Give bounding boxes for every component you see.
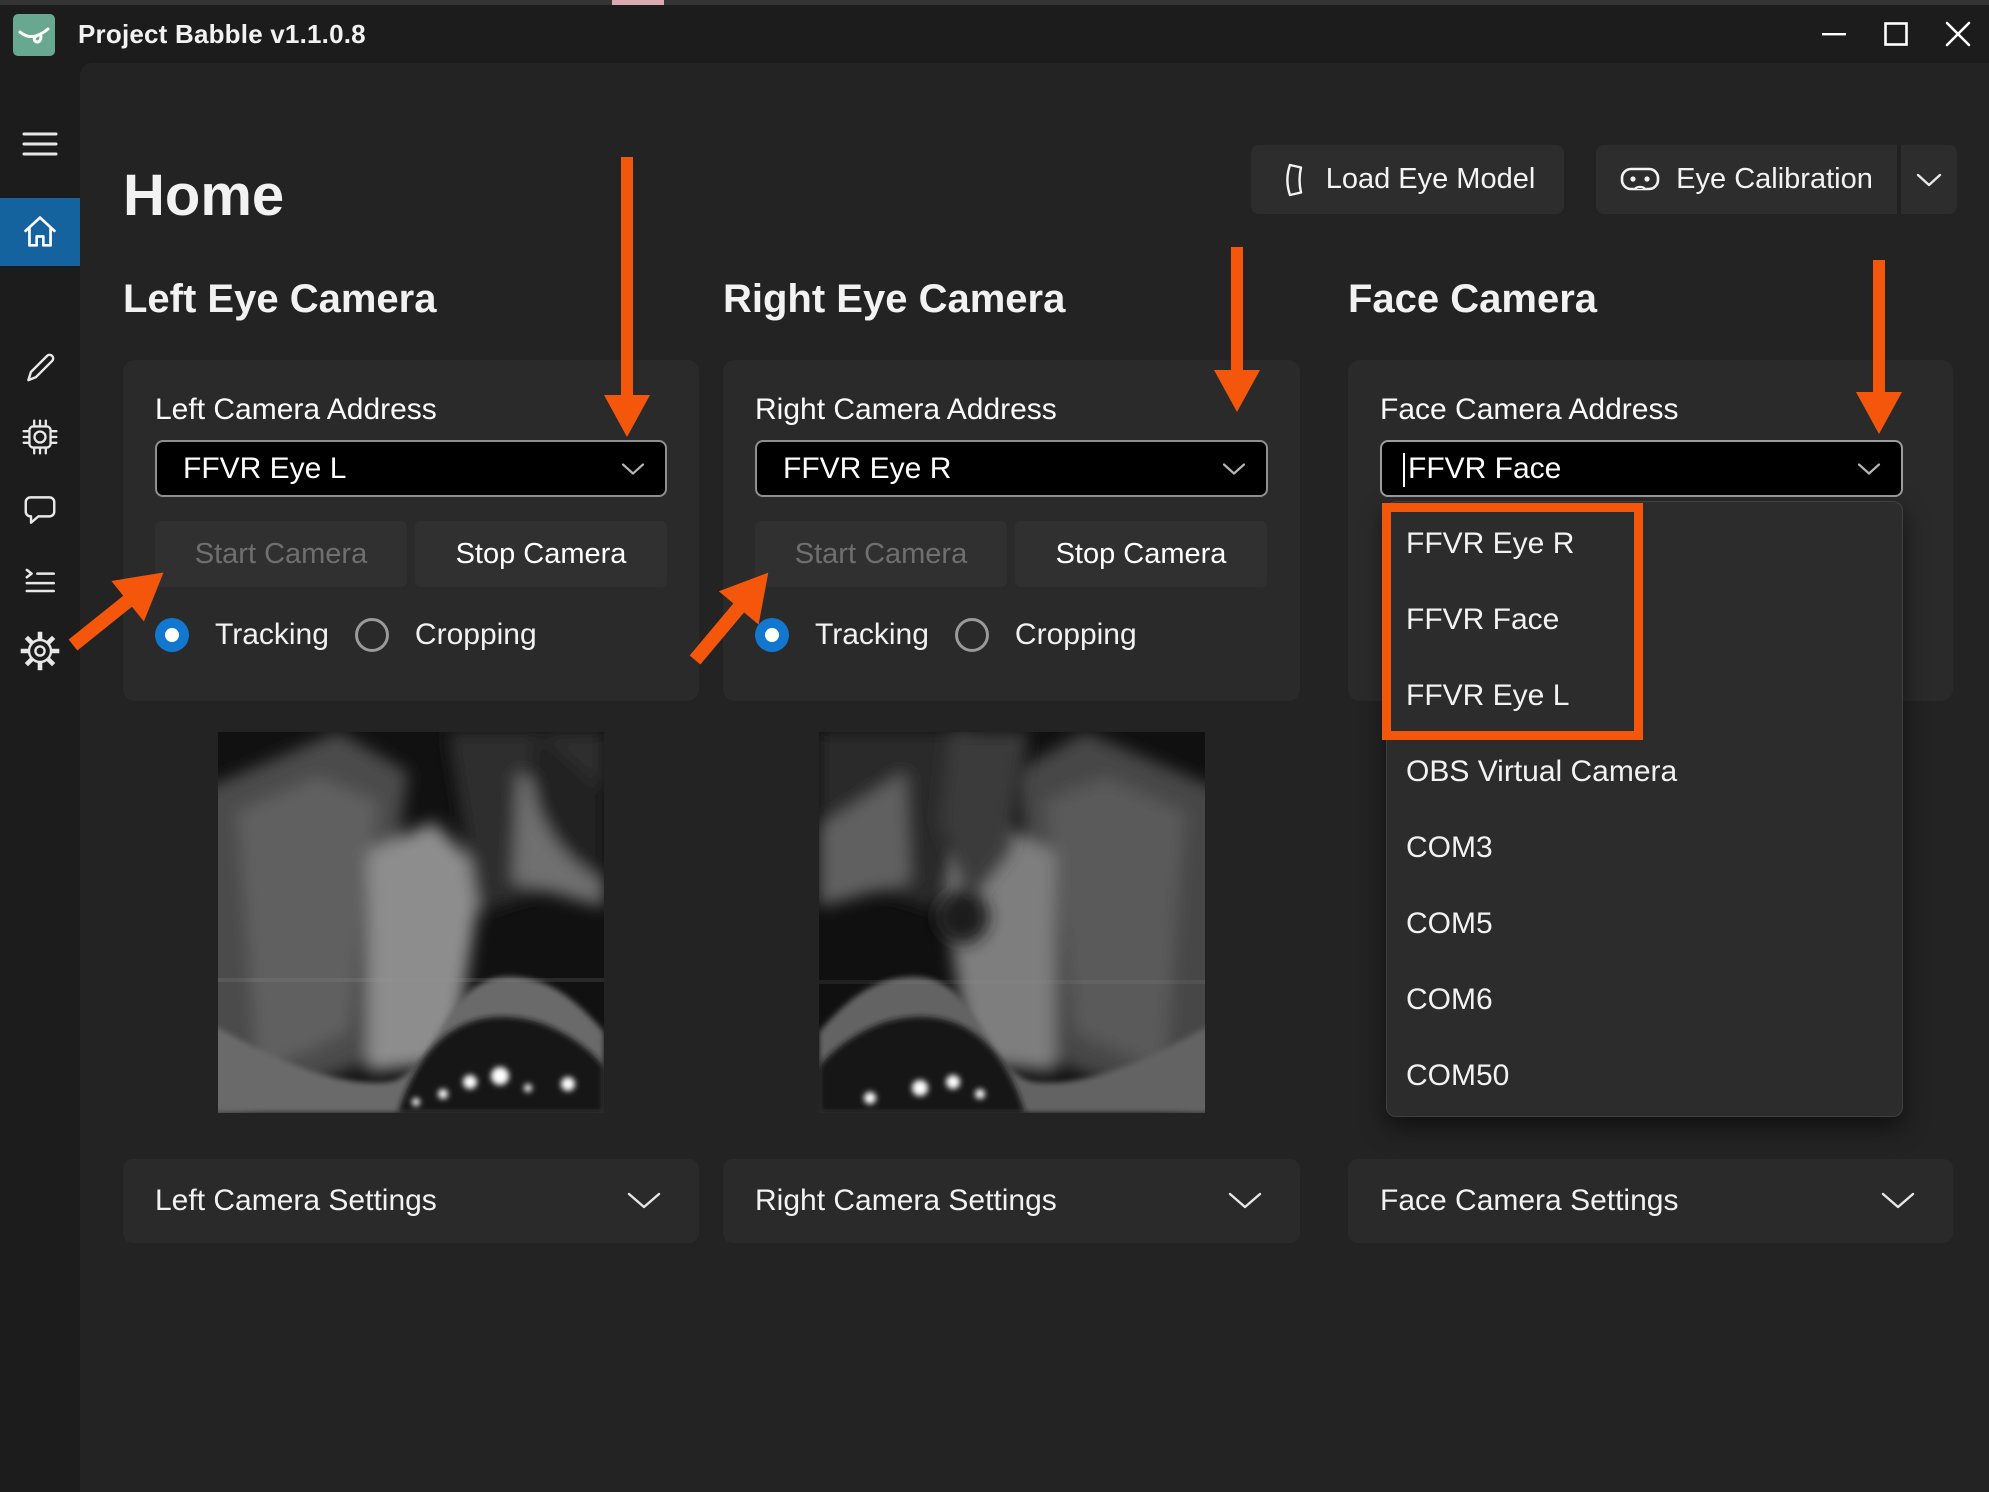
stop-camera-button[interactable]: Stop Camera [1015, 521, 1267, 587]
radio-selected-icon [755, 618, 789, 652]
chat-icon [21, 490, 59, 528]
address-label: Face Camera Address [1380, 393, 1921, 427]
window-controls [1803, 5, 1989, 63]
section-heading: Left Eye Camera [123, 275, 436, 323]
stop-camera-button[interactable]: Stop Camera [415, 521, 667, 587]
dropdown-item[interactable]: COM5 [1387, 886, 1902, 962]
sidebar-item-feedback[interactable] [0, 475, 80, 543]
radio-unselected-icon [955, 618, 989, 652]
gear-icon [20, 631, 60, 671]
dropdown-item[interactable]: COM3 [1387, 810, 1902, 886]
close-button[interactable] [1927, 5, 1989, 63]
combobox-value: FFVR Eye L [183, 452, 346, 486]
combobox-value: FFVR Eye R [783, 452, 951, 486]
list-icon [21, 562, 59, 600]
left-camera-preview [218, 732, 604, 1113]
dropdown-item[interactable]: OBS Virtual Camera [1387, 734, 1902, 810]
chip-icon [21, 418, 59, 456]
face-camera-address-combobox[interactable]: FFVR Face [1380, 440, 1903, 497]
radio-label: Cropping [415, 618, 537, 652]
radio-unselected-icon [355, 618, 389, 652]
right-camera-settings-expander[interactable]: Right Camera Settings [723, 1159, 1300, 1243]
text-caret [1403, 453, 1405, 487]
maximize-button[interactable] [1865, 5, 1927, 63]
settings-label: Right Camera Settings [755, 1184, 1057, 1218]
face-camera-settings-expander[interactable]: Face Camera Settings [1348, 1159, 1953, 1243]
section-heading: Face Camera [1348, 275, 1597, 323]
sidebar-item-algorithm[interactable] [0, 403, 80, 471]
sidebar [0, 63, 80, 1492]
dropdown-item[interactable]: COM50 [1387, 1038, 1902, 1114]
chevron-down-icon [1228, 1192, 1262, 1210]
chevron-down-icon [627, 1192, 661, 1210]
chevron-down-icon [1881, 1192, 1915, 1210]
chevron-down-icon [1222, 462, 1246, 476]
start-camera-button[interactable]: Start Camera [755, 521, 1007, 587]
start-camera-button[interactable]: Start Camera [155, 521, 407, 587]
sidebar-item-edit[interactable] [0, 334, 80, 402]
home-icon [20, 212, 60, 252]
annotation-arrow [1856, 260, 1902, 434]
minimize-button[interactable] [1803, 5, 1865, 63]
address-label: Left Camera Address [155, 393, 667, 427]
hamburger-icon [22, 130, 58, 158]
radio-tracking[interactable]: Tracking [755, 618, 929, 652]
pencil-icon [21, 349, 59, 387]
annotation-arrow [1214, 247, 1260, 412]
radio-cropping[interactable]: Cropping [355, 618, 537, 652]
nav-toggle-button[interactable] [0, 110, 80, 178]
settings-label: Left Camera Settings [155, 1184, 437, 1218]
radio-tracking[interactable]: Tracking [155, 618, 329, 652]
radio-label: Tracking [215, 618, 329, 652]
address-label: Right Camera Address [755, 393, 1268, 427]
left-camera-address-combobox[interactable]: FFVR Eye L [155, 440, 667, 497]
settings-label: Face Camera Settings [1380, 1184, 1678, 1218]
app-logo-icon [13, 14, 55, 56]
right-camera-address-combobox[interactable]: FFVR Eye R [755, 440, 1268, 497]
dropdown-item[interactable]: COM6 [1387, 962, 1902, 1038]
chevron-down-icon [1857, 462, 1881, 476]
annotation-arrow [604, 157, 650, 437]
radio-label: Cropping [1015, 618, 1137, 652]
combobox-value: FFVR Face [1408, 452, 1561, 486]
left-camera-settings-expander[interactable]: Left Camera Settings [123, 1159, 699, 1243]
radio-cropping[interactable]: Cropping [955, 618, 1137, 652]
section-heading: Right Eye Camera [723, 275, 1065, 323]
annotation-highlight-box [1382, 503, 1643, 740]
radio-selected-icon [155, 618, 189, 652]
title-bar: Project Babble v1.1.0.8 [0, 5, 1989, 63]
app-window: Project Babble v1.1.0.8 [0, 0, 1989, 1492]
radio-label: Tracking [815, 618, 929, 652]
sidebar-item-logs[interactable] [0, 547, 80, 615]
window-title: Project Babble v1.1.0.8 [78, 5, 366, 63]
chevron-down-icon [621, 462, 645, 476]
sidebar-item-home[interactable] [0, 198, 80, 266]
right-camera-preview [819, 732, 1205, 1113]
